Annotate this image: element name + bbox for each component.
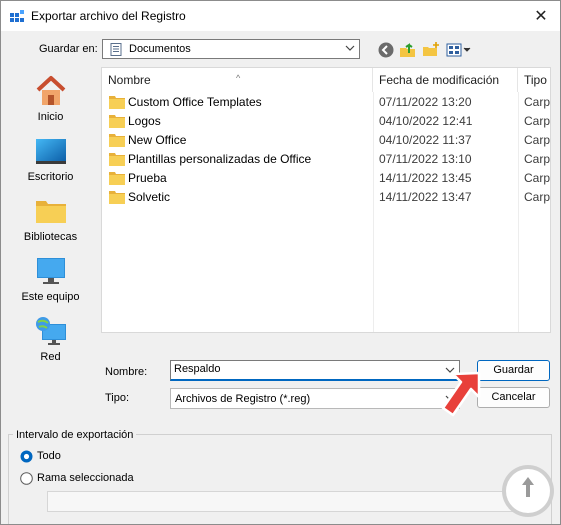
new-folder-icon[interactable] <box>422 41 440 59</box>
folder-icon <box>109 134 125 147</box>
file-type: Carpe <box>524 133 551 147</box>
file-type-dropdown[interactable]: Archivos de Registro (*.reg) <box>170 388 460 409</box>
file-date: 04/10/2022 11:37 <box>379 133 472 147</box>
place-this-pc-label: Este equipo <box>21 291 80 303</box>
pointer-arrow-icon <box>441 371 481 417</box>
file-name-input[interactable] <box>174 363 434 375</box>
radio-all-label[interactable]: Todo <box>37 450 61 462</box>
close-icon: ✕ <box>534 8 548 25</box>
radio-selected-branch[interactable] <box>20 472 33 485</box>
file-type: Carpe <box>524 114 551 128</box>
file-row[interactable]: Logos 04/10/2022 12:41 Carpe <box>102 112 550 131</box>
desktop-icon <box>35 139 66 164</box>
file-name: Prueba <box>128 171 167 185</box>
file-type: Carpe <box>524 171 551 185</box>
file-date: 14/11/2022 13:47 <box>379 190 472 204</box>
cancel-button[interactable]: Cancelar <box>477 387 550 408</box>
export-registry-dialog: Exportar archivo del Registro ✕ Guardar … <box>0 0 561 525</box>
file-type-value: Archivos de Registro (*.reg) <box>175 393 311 405</box>
up-folder-icon[interactable] <box>399 41 417 59</box>
file-name-label: Nombre: <box>105 366 148 378</box>
file-name-field[interactable] <box>170 360 460 381</box>
place-this-pc[interactable]: Este equipo <box>9 255 92 313</box>
place-network-label: Red <box>40 351 61 363</box>
file-type: Carpe <box>524 190 551 204</box>
place-libraries[interactable]: Bibliotecas <box>9 195 92 253</box>
file-date: 07/11/2022 13:10 <box>379 152 472 166</box>
file-row[interactable]: Solvetic 14/11/2022 13:47 Carpe <box>102 188 550 207</box>
folder-icon <box>109 191 125 204</box>
view-menu-icon[interactable] <box>446 41 472 59</box>
place-home-label: Inicio <box>37 111 64 123</box>
save-in-label: Guardar en: <box>39 43 98 55</box>
back-arrow-icon[interactable] <box>377 41 395 59</box>
file-type: Carpe <box>524 152 551 166</box>
window-title: Exportar archivo del Registro <box>31 9 186 23</box>
file-row[interactable]: New Office 04/10/2022 11:37 Carpe <box>102 131 550 150</box>
home-icon <box>36 76 65 105</box>
save-in-value: Documentos <box>129 43 191 55</box>
file-name: Custom Office Templates <box>128 95 262 109</box>
sort-ascending-icon: ^ <box>236 73 241 83</box>
folder-icon <box>109 96 125 109</box>
column-header-name-label: Nombre <box>108 73 151 87</box>
network-icon <box>35 317 66 345</box>
place-network[interactable]: Red <box>9 315 92 373</box>
file-name: Solvetic <box>128 190 171 204</box>
file-name: Logos <box>128 114 161 128</box>
libraries-folder-icon <box>35 201 66 223</box>
close-button[interactable]: ✕ <box>524 2 558 30</box>
export-range-legend: Intervalo de exportación <box>13 429 137 441</box>
file-date: 07/11/2022 13:20 <box>379 95 472 109</box>
selected-branch-field <box>47 491 543 512</box>
save-in-dropdown[interactable]: Documentos <box>102 39 360 59</box>
column-header-name[interactable]: ^ Nombre <box>102 68 373 92</box>
column-header-type-label: Tipo <box>524 73 547 87</box>
place-home[interactable]: Inicio <box>9 75 92 133</box>
radio-all[interactable] <box>20 450 33 463</box>
file-type: Carpe <box>524 95 551 109</box>
file-date: 14/11/2022 13:45 <box>379 171 472 185</box>
radio-selected-branch-label[interactable]: Rama seleccionada <box>37 472 134 484</box>
computer-icon <box>36 258 65 284</box>
column-header-type[interactable]: Tipo <box>518 68 550 92</box>
watermark-logo <box>502 465 554 517</box>
places-bar: Inicio Escritorio Bibliotecas Este equip… <box>9 67 92 393</box>
file-name: New Office <box>128 133 187 147</box>
file-date: 04/10/2022 12:41 <box>379 114 473 128</box>
file-type-label: Tipo: <box>105 392 130 404</box>
place-desktop-label: Escritorio <box>27 171 74 183</box>
column-header-date[interactable]: Fecha de modificación <box>373 68 518 92</box>
title-bar: Exportar archivo del Registro ✕ <box>1 1 560 31</box>
place-desktop[interactable]: Escritorio <box>9 135 92 193</box>
column-header-date-label: Fecha de modificación <box>379 73 500 87</box>
file-row[interactable]: Custom Office Templates 07/11/2022 13:20… <box>102 93 550 112</box>
documents-icon <box>110 43 122 56</box>
save-button[interactable]: Guardar <box>477 360 550 381</box>
registry-editor-icon <box>10 10 24 22</box>
folder-icon <box>109 153 125 166</box>
file-row[interactable]: Plantillas personalizadas de Office 07/1… <box>102 150 550 169</box>
file-row[interactable]: Prueba 14/11/2022 13:45 Carpe <box>102 169 550 188</box>
folder-icon <box>109 115 125 128</box>
file-list[interactable]: ^ Nombre Fecha de modificación Tipo Cust… <box>101 67 551 333</box>
file-name: Plantillas personalizadas de Office <box>128 152 312 166</box>
chevron-down-icon <box>345 45 355 51</box>
folder-icon <box>109 172 125 185</box>
place-libraries-label: Bibliotecas <box>23 231 78 243</box>
